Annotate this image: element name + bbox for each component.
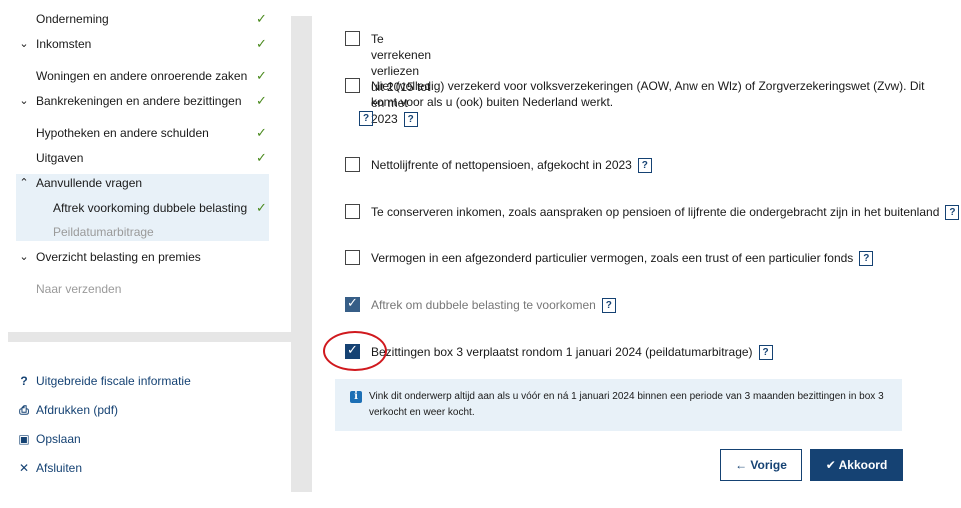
akkoord-button[interactable]: ✔ Akkoord [810,449,903,481]
sidebar-item-aanvullende-vragen[interactable]: ⌃ Aanvullende vragen [0,171,270,195]
chevron-up-icon[interactable]: ⌃ [17,171,31,195]
sidebar-item-label: Aanvullende vragen [36,176,143,190]
checkbox-label: Nettolijfrente of nettopensioen, afgekoc… [371,157,652,174]
label-text: Bezittingen box 3 verplaatst rondom 1 ja… [371,345,753,359]
chevron-down-icon[interactable]: ⌄ [17,245,31,269]
check-icon: ✓ [256,150,267,165]
link-afsluiten[interactable]: ✕ Afsluiten [18,457,82,479]
checkbox[interactable] [345,31,360,46]
link-afdrukken[interactable]: ⎙ Afdrukken (pdf) [18,399,118,421]
sidebar-item-uitgaven[interactable]: Uitgaven ✓ [0,146,270,170]
check-icon: ✓ [256,125,267,140]
check-icon: ✓ [256,200,267,215]
link-label: Opslaan [36,432,81,446]
label-text: Vermogen in een afgezonderd particulier … [371,251,854,265]
link-label: Uitgebreide fiscale informatie [36,374,191,388]
close-icon: ✕ [18,461,30,475]
checkbox-checked [345,295,360,312]
link-opslaan[interactable]: ▣ Opslaan [18,428,81,450]
help-icon[interactable]: ? [758,345,773,361]
checkbox-label: Niet (volledig) verzekerd voor volksverz… [371,78,925,110]
help-icon[interactable]: ? [359,111,373,126]
sidebar-divider [8,332,291,342]
sidebar-item-naar-verzenden: Naar verzenden [0,277,270,301]
sidebar-item-label: Bankrekeningen en andere bezittingen [36,94,242,108]
checkbox-label: Vermogen in een afgezonderd particulier … [371,250,874,267]
checkbox[interactable] [345,157,360,172]
sidebar-item-inkomsten[interactable]: ⌄ Inkomsten ✓ [0,32,270,56]
sidebar-item-bankrekeningen[interactable]: ⌄ Bankrekeningen en andere bezittingen ✓ [0,89,270,113]
sidebar-item-label: Uitgaven [36,151,84,165]
sidebar-item-label: Overzicht belasting en premies [36,250,201,264]
help-icon[interactable]: ? [859,251,874,267]
sidebar-item-label: Peildatumarbitrage [53,225,154,239]
label-line-1: Niet (volledig) verzekerd voor volksverz… [371,79,925,93]
info-icon: i [350,391,362,403]
save-icon: ▣ [18,432,30,446]
check-icon: ✓ [256,11,267,26]
sidebar-item-label: Hypotheken en andere schulden [36,126,209,140]
link-fiscale-informatie[interactable]: ? Uitgebreide fiscale informatie [18,370,191,392]
info-text: Vink dit onderwerp altijd aan als u vóór… [369,391,884,418]
scroll-gutter [291,16,312,492]
sidebar: Onderneming ✓ ⌄ Inkomsten ✓ Woningen en … [0,0,291,508]
previous-button[interactable]: ← Vorige [720,449,802,481]
sidebar-item-woningen[interactable]: Woningen en andere onroerende zaken ✓ [0,64,270,88]
label-text: Te conserveren inkomen, zoals aanspraken… [371,205,940,219]
link-label: Afdrukken (pdf) [36,403,119,417]
checkbox[interactable] [345,78,360,93]
chevron-down-icon[interactable]: ⌄ [17,32,31,56]
help-icon[interactable]: ? [637,158,652,174]
printer-icon: ⎙ [19,403,29,417]
info-box: i Vink dit onderwerp altijd aan als u vó… [335,379,902,431]
help-icon[interactable]: ? [601,298,616,314]
checkbox-label: Bezittingen box 3 verplaatst rondom 1 ja… [371,344,773,361]
sidebar-item-onderneming[interactable]: Onderneming ✓ [0,7,270,31]
label-line-2: komt voor als u (ook) buiten Nederland w… [371,95,614,109]
question-icon: ? [20,374,28,388]
sidebar-item-label: Inkomsten [36,37,92,51]
checkbox-label: Te conserveren inkomen, zoals aanspraken… [371,204,960,221]
sidebar-item-label: Woningen en andere onroerende zaken [36,69,248,83]
help-icon[interactable]: ? [403,112,418,128]
label-text: Nettolijfrente of nettopensioen, afgekoc… [371,158,632,172]
sidebar-item-aftrek-dubbele-belasting[interactable]: Aftrek voorkoming dubbele belasting ✓ [0,196,270,220]
check-icon: ✓ [256,68,267,83]
sidebar-nav: Onderneming ✓ ⌄ Inkomsten ✓ Woningen en … [0,0,290,332]
check-icon: ✓ [256,93,267,108]
sidebar-item-hypotheken[interactable]: Hypotheken en andere schulden ✓ [0,121,270,145]
sidebar-item-label: Aftrek voorkoming dubbele belasting [53,201,248,215]
sidebar-item-peildatumarbitrage: Peildatumarbitrage [0,220,270,244]
chevron-down-icon[interactable]: ⌄ [17,89,31,113]
link-label: Afsluiten [36,461,83,475]
check-icon: ✓ [256,36,267,51]
checkbox[interactable] [345,204,360,219]
sidebar-item-label: Onderneming [36,12,109,26]
sidebar-item-overzicht[interactable]: ⌄ Overzicht belasting en premies [0,245,270,269]
checkbox-label: Aftrek om dubbele belasting te voorkomen… [371,297,616,314]
sidebar-item-label: Naar verzenden [36,282,122,296]
checkbox[interactable] [345,250,360,265]
label-text: Aftrek om dubbele belasting te voorkomen [371,298,596,312]
help-icon[interactable]: ? [945,205,960,221]
annotation-circle [323,331,387,371]
